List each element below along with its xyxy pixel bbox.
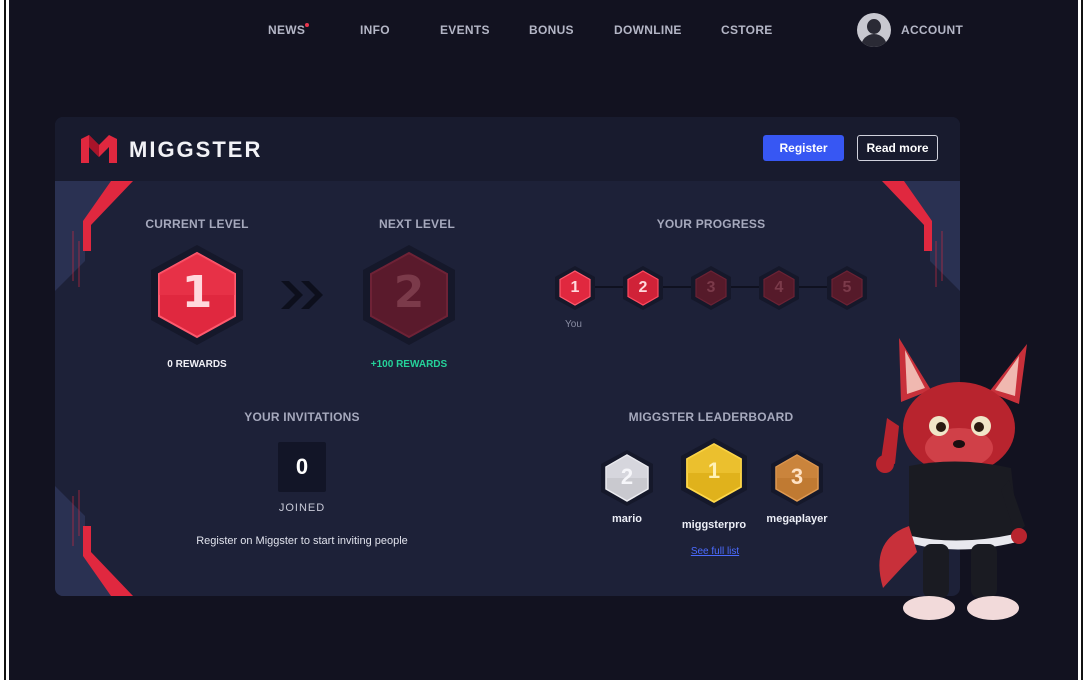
miggster-card: MIGGSTER Register Read more CURRENT LEVE… — [55, 117, 960, 596]
chevron-right-icon — [281, 281, 323, 309]
card-header: MIGGSTER Register Read more — [55, 117, 960, 181]
corner-decoration-top-left — [55, 181, 133, 291]
leaderboard-name-2[interactable]: mario — [587, 513, 667, 525]
page: NEWS INFO EVENTS BONUS DOWNLINE CSTORE A… — [9, 0, 1078, 680]
you-marker-label: You — [565, 319, 582, 330]
invitations-title: YOUR INVITATIONS — [244, 410, 360, 424]
nav-item-bonus[interactable]: BONUS — [529, 23, 574, 37]
top-nav: NEWS INFO EVENTS BONUS DOWNLINE CSTORE A… — [9, 0, 1078, 60]
progress-step-3-label: 3 — [706, 279, 716, 296]
next-level-value: 2 — [393, 267, 425, 318]
register-button[interactable]: Register — [763, 135, 844, 161]
leaderboard-title: MIGGSTER LEADERBOARD — [628, 410, 794, 424]
page-right-border — [1078, 0, 1086, 680]
nav-item-info[interactable]: INFO — [360, 23, 390, 37]
account-avatar-icon[interactable] — [857, 13, 891, 47]
leaderboard-rank-1: 1 — [707, 458, 721, 483]
progress-step-2-label: 2 — [638, 279, 648, 296]
fox-mascot-image — [876, 338, 1027, 620]
corner-decoration-bottom-left — [55, 486, 133, 596]
corner-decoration-top-right — [882, 181, 960, 291]
progress-step-5-label: 5 — [842, 279, 852, 296]
joined-label: JOINED — [278, 502, 326, 514]
nav-item-cstore[interactable]: CSTORE — [721, 23, 773, 37]
nav-item-account[interactable]: ACCOUNT — [901, 23, 963, 37]
current-level-title: CURRENT LEVEL — [145, 217, 249, 231]
progress-step-4-label: 4 — [774, 279, 784, 296]
leaderboard-name-3[interactable]: megaplayer — [757, 513, 837, 525]
leaderboard-rank-2: 2 — [620, 464, 634, 489]
brand-name: MIGGSTER — [129, 137, 263, 162]
progress-step-1-label: 1 — [570, 279, 580, 296]
nav-item-news[interactable]: NEWS — [268, 23, 305, 37]
next-rewards: +100 REWARDS — [370, 359, 448, 370]
current-level-value: 1 — [181, 267, 213, 318]
nav-item-downline[interactable]: DOWNLINE — [614, 23, 682, 37]
current-rewards: 0 REWARDS — [167, 359, 227, 370]
page-left-border — [0, 0, 9, 680]
progress-title: YOUR PROGRESS — [656, 217, 766, 231]
invitations-hint: Register on Miggster to start inviting p… — [196, 535, 408, 547]
news-notification-dot — [305, 23, 309, 27]
nav-item-events[interactable]: EVENTS — [440, 23, 490, 37]
next-level-title: NEXT LEVEL — [378, 217, 455, 231]
leaderboard-rank-3: 3 — [790, 464, 804, 489]
invitations-count: 0 — [278, 442, 326, 492]
leaderboard-name-1[interactable]: miggsterpro — [669, 519, 759, 531]
read-more-button[interactable]: Read more — [857, 135, 938, 161]
see-full-list-link[interactable]: See full list — [665, 546, 765, 557]
miggster-logo-icon — [81, 135, 117, 163]
